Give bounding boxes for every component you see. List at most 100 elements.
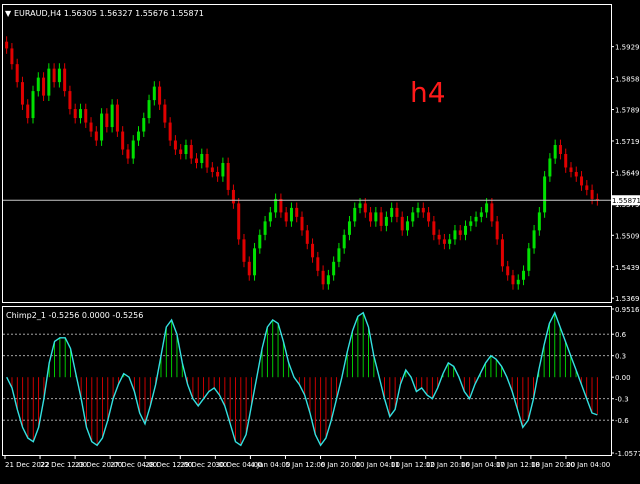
timeframe-annotation: h4 bbox=[410, 76, 446, 109]
osc-tick-label: 0.6 bbox=[615, 331, 627, 339]
candle-body bbox=[168, 122, 172, 141]
candle-body bbox=[247, 261, 251, 276]
candle-body bbox=[395, 207, 399, 217]
candle-body bbox=[379, 212, 383, 226]
candle-body bbox=[580, 176, 584, 186]
candle-body bbox=[369, 212, 373, 222]
candle-body bbox=[195, 158, 199, 163]
candle-body bbox=[263, 221, 267, 235]
candle-body bbox=[289, 207, 293, 222]
candle-body bbox=[31, 91, 35, 119]
osc-tick-label: 0.9516 bbox=[615, 306, 640, 314]
candle-body bbox=[63, 68, 67, 92]
candle-body bbox=[432, 221, 436, 235]
indicator-title: Chimp2_1 -0.5256 0.0000 -0.5256 bbox=[6, 311, 143, 320]
candle-body bbox=[558, 145, 562, 154]
candle-body bbox=[68, 91, 72, 110]
candle-body bbox=[5, 41, 9, 49]
candle-body bbox=[427, 212, 431, 222]
candle-body bbox=[237, 203, 241, 240]
chart-canvas: 1.592901.585801.578901.571901.564901.557… bbox=[0, 0, 640, 480]
candle-body bbox=[500, 239, 504, 267]
candle-body bbox=[321, 270, 325, 285]
candle-body bbox=[205, 154, 209, 168]
price-tick-label: 1.55090 bbox=[615, 232, 640, 240]
candle-body bbox=[226, 162, 230, 190]
candle-body bbox=[253, 248, 257, 276]
candle-body bbox=[326, 275, 330, 285]
candle-body bbox=[574, 171, 578, 177]
candle-body bbox=[564, 154, 568, 168]
candle-body bbox=[548, 158, 552, 177]
candle-body bbox=[100, 113, 104, 141]
candle-body bbox=[537, 212, 541, 231]
candle-body bbox=[210, 167, 214, 172]
candle-body bbox=[20, 82, 24, 105]
candle-body bbox=[384, 216, 388, 226]
candle-body bbox=[469, 221, 473, 226]
candle-body bbox=[458, 230, 462, 235]
candle-body bbox=[347, 221, 351, 235]
candle-body bbox=[332, 261, 336, 276]
candle-body bbox=[358, 203, 362, 208]
candle-body bbox=[163, 104, 167, 123]
candle-body bbox=[305, 230, 309, 244]
candle-body bbox=[527, 248, 531, 271]
candle-body bbox=[411, 212, 415, 222]
candle-body bbox=[200, 154, 204, 163]
candle-body bbox=[543, 176, 547, 213]
price-tick-label: 1.56490 bbox=[615, 169, 640, 177]
candle-body bbox=[506, 266, 510, 276]
candle-body bbox=[121, 131, 125, 150]
candle-body bbox=[258, 234, 262, 249]
osc-tick-label: 0.00 bbox=[615, 374, 631, 382]
osc-tick-label: -1.0577 bbox=[615, 450, 640, 458]
candle-body bbox=[474, 216, 478, 222]
candle-body bbox=[152, 86, 156, 101]
candle-body bbox=[495, 221, 499, 240]
price-chart-title: EURAUD,H4 1.56305 1.56327 1.55676 1.5587… bbox=[14, 9, 204, 18]
candle-body bbox=[268, 212, 272, 222]
candle-body bbox=[57, 68, 61, 83]
price-tick-label: 1.58580 bbox=[615, 76, 640, 84]
candle-body bbox=[94, 131, 98, 141]
candle-body bbox=[363, 203, 367, 213]
candle-body bbox=[311, 243, 315, 258]
time-tick-label: 20 Jan 04:00 bbox=[566, 461, 610, 469]
candle-body bbox=[316, 257, 320, 271]
osc-tick-label: -0.6 bbox=[615, 417, 629, 425]
candle-body bbox=[173, 140, 177, 150]
candle-body bbox=[274, 198, 278, 213]
candle-body bbox=[231, 189, 235, 204]
price-axis: 1.592901.585801.578901.571901.564901.557… bbox=[611, 44, 640, 303]
time-tick-label: 5 Jan 12:00 bbox=[285, 461, 325, 469]
symbol-dropdown-icon[interactable]: ▼ bbox=[5, 9, 12, 18]
candle-body bbox=[105, 113, 109, 128]
candle-body bbox=[216, 171, 220, 177]
candle-body bbox=[179, 149, 183, 154]
candle-body bbox=[15, 64, 19, 83]
candle-body bbox=[590, 189, 594, 199]
candle-body bbox=[479, 212, 483, 217]
price-tick-label: 1.54390 bbox=[615, 264, 640, 272]
osc-tick-label: -0.3 bbox=[615, 396, 629, 404]
candle-body bbox=[374, 212, 378, 222]
candle-body bbox=[421, 207, 425, 213]
candle-body bbox=[569, 167, 573, 172]
candle-body bbox=[342, 234, 346, 249]
candle-body bbox=[78, 109, 82, 119]
candle-body bbox=[10, 48, 14, 65]
candle-body bbox=[300, 216, 304, 231]
osc-tick-label: 0.3 bbox=[615, 353, 626, 361]
time-tick-label: 4 Jan 04:00 bbox=[250, 461, 290, 469]
candle-body bbox=[464, 225, 468, 235]
candle-body bbox=[490, 203, 494, 222]
candle-body bbox=[442, 239, 446, 244]
candle-body bbox=[516, 279, 520, 285]
candle-body bbox=[26, 104, 30, 119]
price-tick-label: 1.59290 bbox=[615, 44, 640, 52]
candle-body bbox=[416, 207, 420, 213]
candle-body bbox=[390, 207, 394, 217]
candle-body bbox=[158, 86, 162, 105]
candle-body bbox=[221, 162, 225, 177]
